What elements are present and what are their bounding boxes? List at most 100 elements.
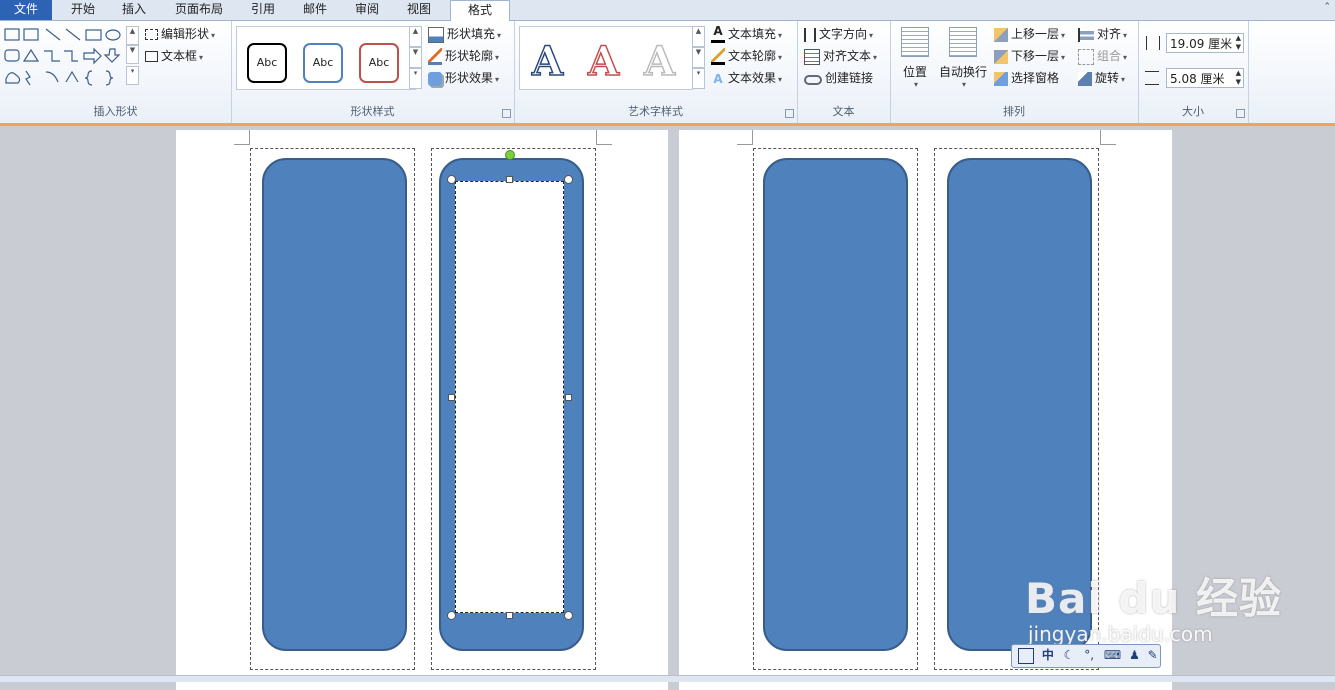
rotate-button[interactable]: 旋转 ▾ bbox=[1078, 69, 1125, 87]
align-text-icon bbox=[804, 48, 820, 65]
ime-punctuation-icon[interactable]: °, bbox=[1084, 648, 1094, 662]
text-fill-button[interactable]: A 文本填充 ▾ bbox=[711, 25, 782, 43]
tab-page-layout[interactable]: 页面布局 bbox=[160, 0, 238, 20]
text-outline-button[interactable]: 文本轮廓 ▾ bbox=[711, 47, 782, 65]
shapes-scroll-up[interactable]: ▲ bbox=[126, 26, 139, 45]
text-direction-button[interactable]: 文字方向 ▾ bbox=[804, 25, 873, 43]
height-spinner[interactable]: ▲ ▼ bbox=[1236, 34, 1241, 52]
tab-mailings[interactable]: 邮件 bbox=[290, 0, 340, 20]
bring-forward-button[interactable]: 上移一层 ▾ bbox=[994, 25, 1065, 43]
wordart-styles-launcher[interactable] bbox=[785, 109, 794, 118]
wrap-text-icon bbox=[949, 27, 977, 57]
tab-format[interactable]: 格式 bbox=[450, 0, 510, 22]
wordart-scroll-up[interactable]: ▲ bbox=[692, 26, 705, 47]
crop-mark bbox=[596, 130, 597, 145]
shape-styles-scroll-up[interactable]: ▲ bbox=[409, 26, 422, 47]
resize-handle[interactable] bbox=[448, 394, 455, 401]
shapes-gallery[interactable] bbox=[4, 27, 124, 87]
wordart-sample-1[interactable]: A bbox=[531, 41, 564, 83]
shape-style-sample-2[interactable]: Abc bbox=[303, 43, 343, 83]
edit-shape-button[interactable]: 编辑形状 ▾ bbox=[145, 25, 215, 43]
resize-handle[interactable] bbox=[565, 394, 572, 401]
tab-view[interactable]: 视图 bbox=[394, 0, 444, 20]
ime-wrench-icon[interactable]: ✎ bbox=[1148, 648, 1158, 662]
crop-mark bbox=[737, 144, 753, 145]
group-label-insert-shapes: 插入形状 bbox=[93, 105, 138, 118]
pencil-icon bbox=[428, 48, 442, 65]
text-outline-icon bbox=[711, 48, 725, 65]
position-button[interactable]: 位置 ▾ bbox=[898, 27, 932, 89]
text-effects-button[interactable]: A 文本效果 ▾ bbox=[711, 69, 782, 87]
rotate-icon bbox=[1078, 71, 1092, 86]
ime-keyboard-icon[interactable]: ⌨ bbox=[1104, 648, 1121, 662]
shapes-scroll-down[interactable]: ▼ bbox=[126, 45, 139, 64]
baidu-watermark: Bai du 经验 bbox=[1025, 574, 1282, 623]
text-direction-icon bbox=[804, 27, 816, 42]
ribbon: ▲ ▼ ▾ 编辑形状 ▾ 文本框 ▾ 插入形状 Abc Abc Abc ▲ ▼ ▾ … bbox=[0, 21, 1335, 126]
rounded-rectangle-shape[interactable] bbox=[262, 158, 407, 651]
shape-styles-launcher[interactable] bbox=[502, 109, 511, 118]
resize-handle[interactable] bbox=[564, 611, 573, 620]
wordart-scroll-down[interactable]: ▼ bbox=[692, 47, 705, 68]
selected-text-box[interactable] bbox=[455, 181, 564, 613]
group-button[interactable]: 组合 ▾ bbox=[1078, 47, 1127, 65]
tab-review[interactable]: 审阅 bbox=[342, 0, 392, 20]
shape-effects-button[interactable]: 形状效果 ▾ bbox=[428, 69, 499, 87]
wordart-sample-2[interactable]: A bbox=[587, 41, 620, 83]
tab-home[interactable]: 开始 bbox=[58, 0, 108, 20]
crop-mark bbox=[596, 144, 612, 145]
selection-pane-button[interactable]: 选择窗格 bbox=[994, 69, 1059, 87]
group-size: 19.09 厘米 ▲ ▼ 5.08 厘米 ▲ ▼ 大小 bbox=[1138, 21, 1249, 123]
ime-moon-icon[interactable]: ☾ bbox=[1064, 648, 1075, 662]
shape-effects-icon bbox=[428, 71, 442, 86]
align-button[interactable]: 对齐 ▾ bbox=[1078, 25, 1127, 43]
shape-style-sample-3[interactable]: Abc bbox=[359, 43, 399, 83]
text-box-button[interactable]: 文本框 ▾ bbox=[145, 47, 203, 65]
crop-mark bbox=[1100, 144, 1116, 145]
group-label-arrange: 排列 bbox=[1003, 105, 1025, 118]
shape-style-sample-1[interactable]: Abc bbox=[247, 43, 287, 83]
ime-user-icon[interactable]: ♟ bbox=[1129, 648, 1140, 662]
height-icon bbox=[1146, 36, 1160, 50]
shapes-more[interactable]: ▾ bbox=[126, 66, 139, 85]
rotation-handle[interactable] bbox=[505, 150, 515, 160]
wordart-sample-3[interactable]: A bbox=[643, 41, 676, 83]
shape-style-gallery: Abc Abc Abc bbox=[236, 26, 416, 90]
page-1[interactable] bbox=[176, 130, 668, 690]
shape-styles-scroll-down[interactable]: ▼ bbox=[409, 47, 422, 68]
resize-handle[interactable] bbox=[506, 612, 513, 619]
resize-handle[interactable] bbox=[564, 175, 573, 184]
shape-outline-button[interactable]: 形状轮廓 ▾ bbox=[428, 47, 499, 65]
wordart-more[interactable]: ▾ bbox=[692, 68, 705, 89]
shape-styles-more[interactable]: ▾ bbox=[409, 68, 422, 89]
ime-mode-label[interactable]: 中 bbox=[1042, 648, 1054, 662]
width-spinner[interactable]: ▲ ▼ bbox=[1236, 69, 1241, 87]
send-backward-button[interactable]: 下移一层 ▾ bbox=[994, 47, 1065, 65]
shape-fill-button[interactable]: 形状填充 ▾ bbox=[428, 25, 501, 43]
collapse-ribbon-icon[interactable]: ⌃ bbox=[1323, 2, 1331, 12]
rounded-rectangle-shape[interactable] bbox=[763, 158, 908, 651]
align-icon bbox=[1078, 27, 1094, 42]
tab-file[interactable]: 文件 bbox=[0, 0, 52, 20]
text-effects-icon: A bbox=[713, 71, 723, 86]
tab-insert[interactable]: 插入 bbox=[108, 0, 160, 20]
tab-references[interactable]: 引用 bbox=[238, 0, 288, 20]
shape-width-input[interactable]: 5.08 厘米 ▲ ▼ bbox=[1166, 68, 1244, 88]
shape-height-input[interactable]: 19.09 厘米 ▲ ▼ bbox=[1166, 33, 1244, 53]
group-arrange: 位置 ▾ 自动换行 ▾ 上移一层 ▾ 下移一层 ▾ 选择窗格 对齐 ▾ 组合 ▾ 旋转 ▾ 排… bbox=[890, 21, 1139, 123]
resize-handle[interactable] bbox=[506, 176, 513, 183]
group-icon bbox=[1078, 48, 1094, 65]
edit-shape-icon bbox=[145, 29, 158, 40]
resize-handle[interactable] bbox=[447, 611, 456, 620]
align-text-button[interactable]: 对齐文本 ▾ bbox=[804, 47, 877, 65]
ime-toolbar[interactable]: 中 ☾ °, ⌨ ♟ ✎ bbox=[1011, 644, 1161, 668]
group-label-text: 文本 bbox=[832, 105, 855, 118]
resize-handle[interactable] bbox=[447, 175, 456, 184]
create-link-button[interactable]: 创建链接 bbox=[804, 69, 873, 87]
group-label-shape-styles: 形状样式 bbox=[350, 105, 395, 118]
crop-mark bbox=[234, 144, 250, 145]
size-launcher[interactable] bbox=[1236, 109, 1245, 118]
wrap-text-button[interactable]: 自动换行 ▾ bbox=[936, 27, 990, 89]
width-icon bbox=[1145, 71, 1159, 85]
position-icon bbox=[901, 27, 929, 57]
